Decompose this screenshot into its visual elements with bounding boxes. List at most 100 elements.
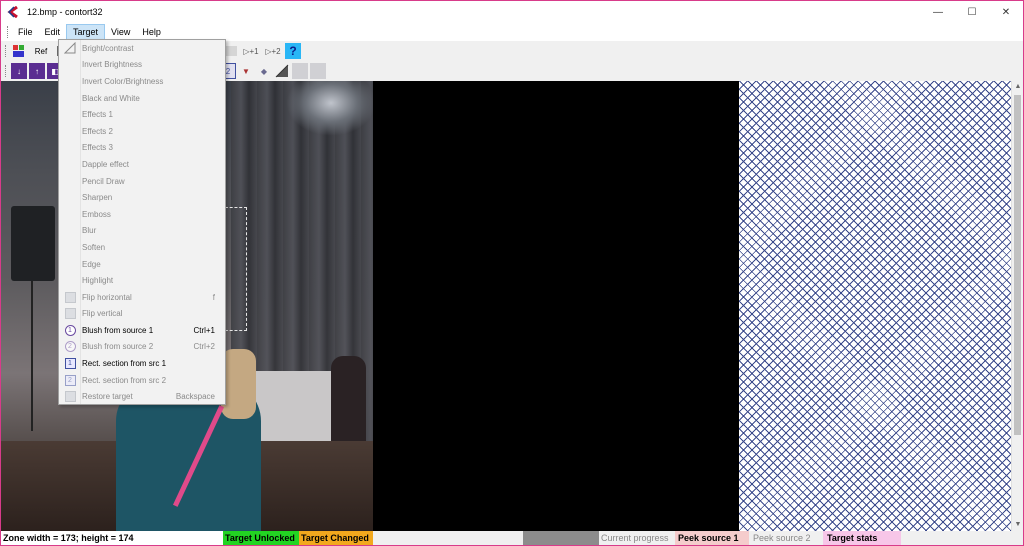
flip-v-icon[interactable] [310, 63, 326, 79]
brightness-icon[interactable] [274, 63, 290, 79]
speaker-region [11, 206, 55, 281]
menu-item-label: Bright/contrast [82, 43, 134, 53]
rgb-icon[interactable] [11, 43, 27, 59]
menu-target[interactable]: Target [66, 24, 106, 40]
menu-help[interactable]: Help [136, 24, 167, 40]
menu-item-black-white[interactable]: Black and White [59, 90, 225, 107]
close-button[interactable]: ✕ [989, 1, 1023, 23]
menu-file[interactable]: File [12, 24, 39, 40]
source1-circle-icon: 1 [61, 323, 79, 337]
step2-icon[interactable]: ▷+2 [263, 43, 283, 59]
menu-item-bright-contrast[interactable]: Bright/contrast [59, 40, 225, 57]
menu-item-label: Edge [82, 259, 101, 269]
menu-item-label: Rect. section from src 1 [82, 359, 167, 369]
menu-item-flip-vertical[interactable]: Flip vertical [59, 306, 225, 323]
brightness-icon [61, 41, 79, 55]
menu-item-label: Dapple effect [82, 159, 129, 169]
menu-item-emboss[interactable]: Emboss [59, 206, 225, 223]
menu-item-label: Blush from source 1 [82, 325, 154, 335]
menu-item-label: Blush from source 2 [82, 342, 154, 352]
menu-item-label: Invert Color/Brightness [82, 76, 164, 86]
menu-item-rect-src-2[interactable]: 2 Rect. section from src 2 [59, 372, 225, 389]
up-arrow-icon[interactable]: ↑ [29, 63, 45, 79]
ref-icon[interactable]: Ref [29, 43, 53, 59]
menu-item-label: Emboss [82, 209, 111, 219]
toolbar2-grip[interactable] [5, 65, 8, 77]
window-title: 12.bmp - contort32 [27, 7, 103, 17]
menu-item-label: Effects 2 [82, 126, 113, 136]
menu-item-shortcut: Ctrl+2 [193, 342, 215, 352]
menu-item-rect-src-1[interactable]: 1 Rect. section from src 1 [59, 355, 225, 372]
menu-item-dapple[interactable]: Dapple effect [59, 156, 225, 173]
menubar-grip[interactable] [7, 26, 10, 38]
person-hair-region [221, 349, 256, 419]
target-menu-dropdown: Bright/contrast Invert Brightness Invert… [58, 39, 226, 405]
menu-item-label: Blur [82, 226, 97, 236]
toolbar-grip[interactable] [5, 45, 8, 57]
menu-edit[interactable]: Edit [39, 24, 67, 40]
peek-source-2-button[interactable]: Peek source 2 [749, 531, 823, 545]
target-changed-status[interactable]: Target Changed [299, 531, 373, 545]
menu-item-label: Black and White [82, 93, 140, 103]
menu-item-edge[interactable]: Edge [59, 256, 225, 273]
minimize-button[interactable]: — [921, 1, 955, 23]
source2-circle-icon: 2 [61, 340, 79, 354]
flip-vertical-icon [61, 307, 79, 321]
progress-bar [523, 531, 599, 545]
vertical-scrollbar[interactable]: ▲ ▼ [1011, 81, 1023, 531]
target-unlocked-status[interactable]: Target Unlocked [223, 531, 299, 545]
menu-item-sharpen[interactable]: Sharpen [59, 189, 225, 206]
menu-item-blush-source-1[interactable]: 1 Blush from source 1 Ctrl+1 [59, 322, 225, 339]
scrollbar-thumb[interactable] [1014, 95, 1021, 435]
menu-item-highlight[interactable]: Highlight [59, 272, 225, 289]
menu-item-blur[interactable]: Blur [59, 223, 225, 240]
eraser-icon[interactable]: ◆ [256, 63, 272, 79]
menu-item-effects-2[interactable]: Effects 2 [59, 123, 225, 140]
menu-item-label: Sharpen [82, 193, 113, 203]
maximize-button[interactable]: ☐ [955, 1, 989, 23]
menu-item-label: Soften [82, 242, 106, 252]
source1-rect-icon: 1 [61, 357, 79, 371]
scroll-down-icon[interactable]: ▼ [1012, 519, 1023, 531]
menu-item-effects-3[interactable]: Effects 3 [59, 140, 225, 157]
peek-source-1-button[interactable]: Peek source 1 [675, 531, 749, 545]
paint-icon[interactable]: ▼ [238, 63, 254, 79]
scroll-up-icon[interactable]: ▲ [1012, 81, 1023, 93]
menu-item-label: Highlight [82, 276, 114, 286]
menu-item-soften[interactable]: Soften [59, 239, 225, 256]
menu-item-label: Rect. section from src 2 [82, 375, 167, 385]
menu-item-blush-source-2[interactable]: 2 Blush from source 2 Ctrl+2 [59, 339, 225, 356]
status-bar: Zone width = 173; height = 174 Target Un… [1, 531, 1023, 545]
flip-h-icon[interactable] [292, 63, 308, 79]
restore-icon [61, 390, 79, 404]
menu-item-label: Flip horizontal [82, 292, 132, 302]
help-icon[interactable]: ? [285, 43, 301, 59]
menu-item-invert-brightness[interactable]: Invert Brightness [59, 57, 225, 74]
menu-item-label: Invert Brightness [82, 60, 143, 70]
menu-item-restore-target[interactable]: Restore target Backspace [59, 388, 225, 405]
stand-region [31, 281, 33, 431]
down-arrow-icon[interactable]: ↓ [11, 63, 27, 79]
menu-item-effects-1[interactable]: Effects 1 [59, 106, 225, 123]
menu-item-shortcut: f [212, 292, 215, 302]
app-logo-icon [7, 6, 18, 18]
menu-view[interactable]: View [105, 24, 136, 40]
window-controls: — ☐ ✕ [921, 1, 1023, 23]
menu-item-label: Effects 3 [82, 143, 113, 153]
menu-item-flip-horizontal[interactable]: Flip horizontal f [59, 289, 225, 306]
app-window: 12.bmp - contort32 — ☐ ✕ File Edit Targe… [0, 0, 1024, 546]
menu-item-label: Pencil Draw [82, 176, 125, 186]
menu-item-shortcut: Backspace [175, 392, 215, 402]
step1-icon[interactable]: ▷+1 [241, 43, 261, 59]
menu-item-shortcut: Ctrl+1 [193, 325, 215, 335]
current-progress-status: Current progress [601, 533, 669, 543]
flip-horizontal-icon [61, 290, 79, 304]
menu-item-label: Flip vertical [82, 309, 123, 319]
empty-source-pane[interactable] [739, 81, 1011, 531]
menu-item-invert-color[interactable]: Invert Color/Brightness [59, 73, 225, 90]
target-image-pane[interactable] [373, 81, 739, 531]
menu-item-label: Effects 1 [82, 110, 113, 120]
menu-item-pencil-draw[interactable]: Pencil Draw [59, 173, 225, 190]
target-stats-button[interactable]: Target stats [823, 531, 901, 545]
menu-item-label: Restore target [82, 392, 133, 402]
